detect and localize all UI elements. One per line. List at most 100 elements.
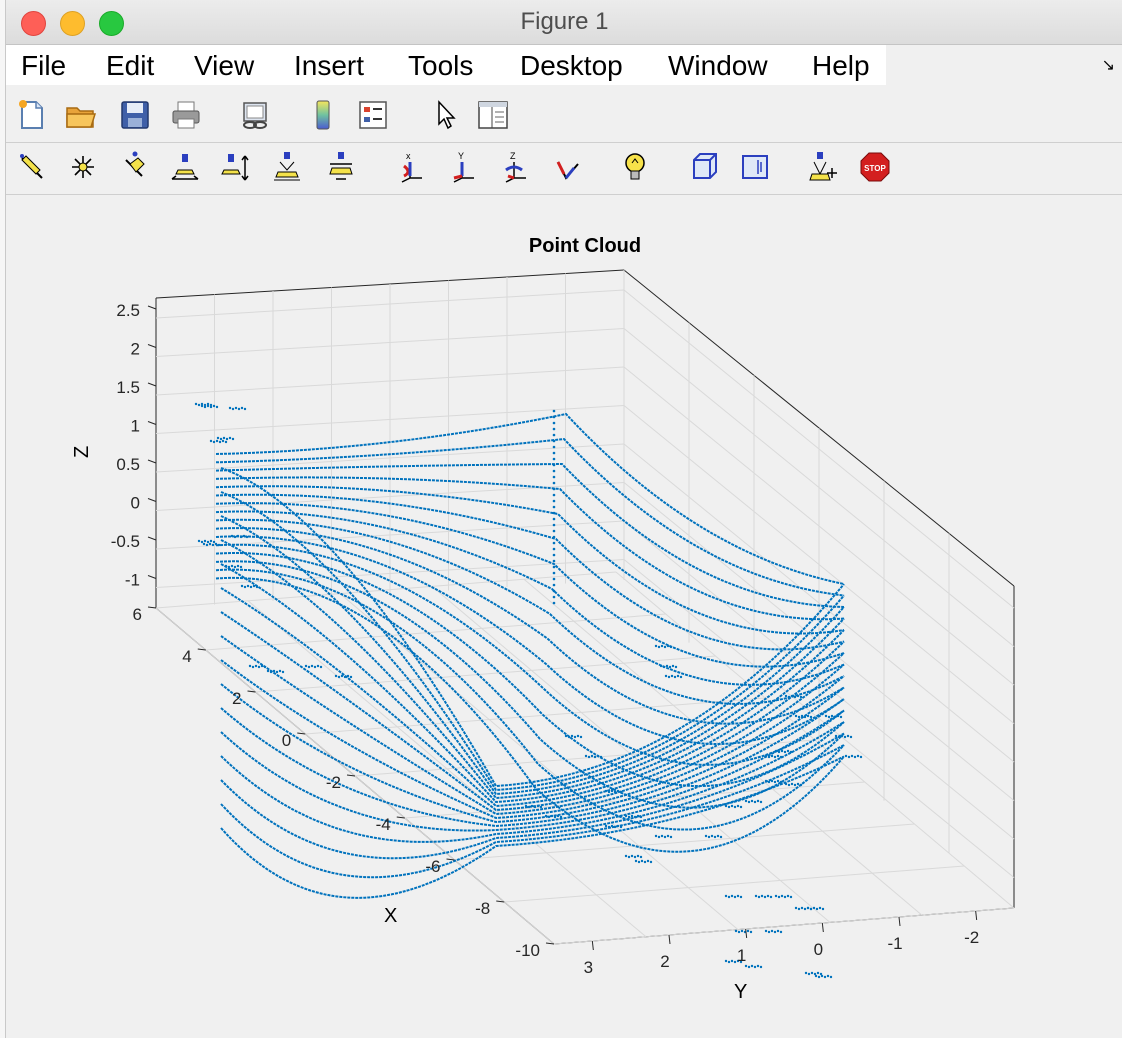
cloud-point <box>834 734 838 738</box>
cloud-point <box>624 814 628 818</box>
z-tick-mark <box>147 498 157 502</box>
cloud-point <box>663 645 667 649</box>
cloud-point <box>773 780 777 784</box>
cloud-point <box>239 565 243 569</box>
cloud-point <box>789 750 793 754</box>
x-tick-label: 4 <box>182 647 191 666</box>
cloud-point <box>219 437 223 441</box>
cloud-point <box>727 960 731 964</box>
cloud-point <box>252 584 256 588</box>
x-tick-label: 0 <box>282 731 291 750</box>
edit-line-icon[interactable] <box>16 150 50 184</box>
cloud-point <box>779 755 783 759</box>
rotate-y-icon[interactable]: Y <box>446 150 480 184</box>
property-editor-icon[interactable] <box>476 98 510 132</box>
cloud-point <box>800 714 804 718</box>
y-tick-label: 0 <box>814 940 823 959</box>
cloud-point <box>212 440 216 444</box>
cloud-point <box>830 714 834 718</box>
move-plane-icon[interactable] <box>324 150 358 184</box>
edit-plot-arrow-icon[interactable] <box>430 98 464 132</box>
cloud-point <box>747 965 751 969</box>
cloud-point <box>764 929 768 933</box>
menu-view[interactable]: View <box>194 50 254 82</box>
z-tick-mark <box>147 421 157 425</box>
save-icon[interactable] <box>118 98 152 132</box>
rotate-free-icon[interactable] <box>550 150 584 184</box>
grid-line <box>339 593 739 930</box>
menu-desktop[interactable]: Desktop <box>520 50 623 82</box>
cloud-point <box>796 782 800 786</box>
cloud-point <box>856 754 860 758</box>
cloud-point <box>654 644 658 648</box>
cloud-point <box>660 644 664 648</box>
z-axis-ticks: 2.5 2 1.5 1 0.5 0 -0.5 -1 <box>111 301 157 590</box>
cloud-point <box>239 535 243 539</box>
cloud-point <box>770 754 774 758</box>
move-horizontal-icon[interactable] <box>168 150 202 184</box>
cloud-point <box>713 835 717 839</box>
cloud-point <box>206 404 210 408</box>
light-bulb-icon[interactable] <box>618 150 652 184</box>
menu-edit[interactable]: Edit <box>106 50 154 82</box>
cloud-point <box>793 783 797 787</box>
move-vertical-icon[interactable] <box>218 150 252 184</box>
cloud-point <box>659 664 663 668</box>
box-2d-icon[interactable] <box>738 150 772 184</box>
menu-window[interactable]: Window <box>668 50 768 82</box>
cloud-point <box>756 799 760 803</box>
grid-line <box>205 613 666 651</box>
rotate-z-icon[interactable]: Z <box>498 150 532 184</box>
link-plot-icon[interactable] <box>238 98 272 132</box>
open-file-icon[interactable] <box>64 98 98 132</box>
cloud-point <box>829 975 833 979</box>
cloud-point <box>849 735 853 739</box>
dock-arrow-icon[interactable]: ↘ <box>1102 55 1115 75</box>
cloud-point <box>552 589 556 593</box>
y-tick-label: -2 <box>964 928 979 947</box>
cloud-point <box>750 964 754 968</box>
move-depth-icon[interactable] <box>270 150 304 184</box>
figure-canvas: Point Cloud 6 4 2 0 -2 -4 -6 -8 -10 3 2 1 0 -1 -2 2.5… <box>6 196 1122 1038</box>
cloud-point <box>739 805 743 809</box>
cloud-point <box>610 789 614 793</box>
print-icon[interactable] <box>169 98 203 132</box>
edit-points-icon[interactable] <box>66 150 100 184</box>
cloud-point <box>255 585 259 589</box>
cloud-point <box>850 754 854 758</box>
scan-ring-lower <box>220 587 845 808</box>
cloud-point <box>843 735 847 739</box>
cloud-point <box>793 695 797 699</box>
stop-icon[interactable]: STOP <box>858 150 892 184</box>
cloud-point <box>790 694 794 698</box>
rotate-x-icon[interactable]: x <box>394 150 428 184</box>
cloud-point <box>789 895 793 899</box>
cloud-point <box>552 547 556 551</box>
cloud-point <box>552 535 556 539</box>
menu-tools[interactable]: Tools <box>408 50 473 82</box>
cloud-point <box>646 859 650 863</box>
menu-file[interactable]: File <box>21 50 66 82</box>
camera-light-icon[interactable] <box>806 150 840 184</box>
menu-help[interactable]: Help <box>812 50 870 82</box>
cloud-point <box>222 436 226 440</box>
camera-toolbar: x Y Z STOP <box>6 144 1122 195</box>
z-tick-label: 0.5 <box>116 455 140 474</box>
colorbar-icon[interactable] <box>306 98 340 132</box>
y-tick-label: 3 <box>584 958 593 977</box>
cloud-point <box>833 715 837 719</box>
menu-insert[interactable]: Insert <box>294 50 364 82</box>
box-3d-icon[interactable] <box>688 150 722 184</box>
plot-axes-3d[interactable]: Point Cloud 6420-2-4-6-8-10 3 2 1 0 -1 -2 2.5… <box>6 196 1122 1038</box>
cloud-point <box>727 805 731 809</box>
cloud-point <box>593 755 597 759</box>
edit-arrow-icon[interactable] <box>118 150 152 184</box>
new-figure-icon[interactable] <box>14 98 48 132</box>
cloud-point <box>257 665 261 669</box>
y-tick-mark <box>975 910 978 921</box>
cloud-point <box>679 675 683 679</box>
z-tick-label: 1.5 <box>116 378 140 397</box>
cloud-point <box>710 834 714 838</box>
legend-icon[interactable] <box>356 98 390 132</box>
cloud-point <box>786 749 790 753</box>
